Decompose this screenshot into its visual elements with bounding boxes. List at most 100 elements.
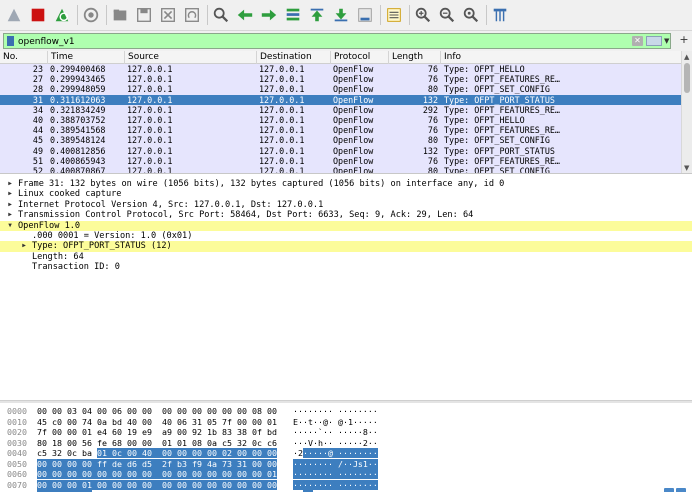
hex-byte[interactable]: 00 bbox=[267, 479, 277, 490]
hex-byte[interactable]: 0c bbox=[112, 448, 122, 458]
hex-byte[interactable]: bd bbox=[112, 417, 122, 427]
hex-byte[interactable]: 00 bbox=[142, 406, 152, 416]
hex-byte[interactable]: 19 bbox=[127, 427, 137, 437]
hex-byte[interactable]: 00 bbox=[142, 479, 152, 490]
hex-byte[interactable]: 00 bbox=[192, 406, 202, 416]
detail-tree-item[interactable]: Transaction ID: 0 bbox=[0, 262, 692, 272]
hex-byte[interactable]: 00 bbox=[67, 417, 77, 427]
hex-byte[interactable]: 56 bbox=[82, 438, 92, 448]
hex-byte[interactable]: 00 bbox=[207, 469, 217, 479]
hex-byte[interactable]: b3 bbox=[177, 458, 187, 469]
hex-byte[interactable]: 00 bbox=[252, 448, 262, 458]
hex-byte[interactable]: 00 bbox=[222, 406, 232, 416]
find-packet-icon[interactable] bbox=[211, 5, 231, 25]
detail-tree-item[interactable]: ▶ Linux cooked capture bbox=[0, 189, 692, 199]
bytes-hex[interactable]: c5 32 0c ba 01 0c 00 40 00 00 00 00 02 0… bbox=[37, 448, 277, 458]
bytes-ascii[interactable]: ···V·h·· ·····2·· bbox=[293, 438, 378, 448]
hex-byte[interactable]: 00 bbox=[127, 448, 137, 458]
hex-byte[interactable]: 00 bbox=[237, 469, 247, 479]
hex-byte[interactable]: bd bbox=[267, 427, 277, 437]
hex-byte[interactable]: 00 bbox=[177, 469, 187, 479]
expand-arrow-icon[interactable]: ▶ bbox=[6, 179, 14, 189]
hex-byte[interactable]: 00 bbox=[162, 469, 172, 479]
open-file-icon[interactable] bbox=[110, 5, 130, 25]
bytes-ascii[interactable]: ········ ········ bbox=[293, 406, 378, 416]
hex-byte[interactable]: 00 bbox=[82, 469, 92, 479]
filter-bookmark-icon[interactable] bbox=[7, 36, 14, 46]
add-filter-button-icon[interactable]: + bbox=[678, 33, 690, 47]
hex-byte[interactable]: 01 bbox=[267, 469, 277, 479]
stop-capture-icon[interactable] bbox=[28, 5, 48, 25]
hex-byte[interactable]: 00 bbox=[207, 479, 217, 490]
scrollbar-thumb[interactable] bbox=[684, 63, 690, 93]
expand-arrow-icon[interactable]: ▶ bbox=[6, 210, 14, 220]
hex-byte[interactable]: 0a bbox=[97, 417, 107, 427]
hex-byte[interactable]: d5 bbox=[142, 458, 152, 469]
zoom-in-icon[interactable] bbox=[413, 5, 433, 25]
hex-byte[interactable]: 00 bbox=[162, 406, 172, 416]
hex-byte[interactable]: 00 bbox=[52, 427, 62, 437]
hex-byte[interactable]: 00 bbox=[162, 479, 172, 490]
hex-byte[interactable]: 45 bbox=[37, 417, 47, 427]
hex-byte[interactable]: 92 bbox=[192, 427, 202, 437]
hex-byte[interactable]: 06 bbox=[177, 417, 187, 427]
expand-arrow-icon[interactable]: ▶ bbox=[6, 189, 14, 199]
column-header-protocol[interactable]: Protocol bbox=[331, 51, 389, 64]
hex-byte[interactable]: 00 bbox=[237, 406, 247, 416]
detail-tree-item[interactable]: ▶ Type: OFPT_PORT_STATUS (12) bbox=[0, 241, 692, 252]
hex-byte[interactable]: 00 bbox=[207, 448, 217, 458]
hex-byte[interactable]: 01 bbox=[97, 448, 107, 458]
bytes-hex[interactable]: 80 18 00 56 fe 68 00 00 01 01 08 0a c5 3… bbox=[37, 438, 277, 448]
reload-file-icon[interactable] bbox=[182, 5, 202, 25]
hex-byte[interactable]: 00 bbox=[52, 406, 62, 416]
packet-row[interactable]: 52 0.400870867 127.0.0.1 127.0.0.1 OpenFlow 8… bbox=[0, 165, 681, 173]
hex-byte[interactable]: 00 bbox=[252, 469, 262, 479]
hex-byte[interactable]: 00 bbox=[112, 479, 122, 490]
packet-row[interactable]: 34 0.321834249 127.0.0.1 127.0.0.1 OpenFlow 2… bbox=[0, 104, 681, 115]
hex-byte[interactable]: 00 bbox=[177, 427, 187, 437]
hex-byte[interactable]: 74 bbox=[82, 417, 92, 427]
column-header-info[interactable]: Info bbox=[441, 51, 681, 64]
clear-filter-icon[interactable]: ✕ bbox=[632, 36, 643, 46]
hex-byte[interactable]: 00 bbox=[97, 479, 107, 490]
normal-size-icon[interactable] bbox=[461, 5, 481, 25]
hex-byte[interactable]: 00 bbox=[37, 406, 47, 416]
hex-byte[interactable]: 00 bbox=[37, 479, 47, 490]
hex-byte[interactable]: 40 bbox=[162, 417, 172, 427]
detail-tree-item[interactable]: ▶ Frame 31: 132 bytes on wire (1056 bits)… bbox=[0, 179, 692, 189]
collapse-arrow-icon[interactable]: ▼ bbox=[6, 221, 14, 231]
restart-capture-icon[interactable] bbox=[52, 5, 72, 25]
hex-byte[interactable]: 00 bbox=[177, 479, 187, 490]
bytes-ascii[interactable]: ·2·····@ ········ bbox=[293, 448, 378, 458]
hex-byte[interactable]: 00 bbox=[52, 479, 62, 490]
hex-byte[interactable]: ba bbox=[82, 448, 92, 458]
packet-row[interactable]: 31 0.311612063 127.0.0.1 127.0.0.1 OpenFlow 1… bbox=[0, 94, 681, 105]
hex-byte[interactable]: 00 bbox=[252, 417, 262, 427]
bytes-hex[interactable]: 00 00 03 04 00 06 00 00 00 00 00 00 00 0… bbox=[37, 406, 277, 416]
column-header-time[interactable]: Time bbox=[48, 51, 125, 64]
display-filter-input[interactable] bbox=[18, 34, 618, 48]
column-header-destination[interactable]: Destination bbox=[257, 51, 331, 64]
bytes-hex[interactable]: 7f 00 00 01 e4 60 19 e9 a9 00 92 1b 83 3… bbox=[37, 427, 277, 437]
column-header-length[interactable]: Length bbox=[389, 51, 441, 64]
hex-byte[interactable]: 40 bbox=[142, 448, 152, 458]
hex-byte[interactable]: 01 bbox=[267, 417, 277, 427]
packet-row[interactable]: 44 0.389541568 127.0.0.1 127.0.0.1 OpenFlow 7… bbox=[0, 125, 681, 136]
hex-byte[interactable]: 00 bbox=[142, 438, 152, 448]
packet-row[interactable]: 51 0.400865943 127.0.0.1 127.0.0.1 OpenFlow 7… bbox=[0, 155, 681, 166]
resize-columns-icon[interactable] bbox=[490, 5, 510, 25]
hex-byte[interactable]: 0f bbox=[252, 427, 262, 437]
hex-byte[interactable]: 4a bbox=[207, 458, 217, 469]
hex-byte[interactable]: 00 bbox=[37, 458, 47, 469]
hex-byte[interactable]: 04 bbox=[82, 406, 92, 416]
hex-byte[interactable]: 00 bbox=[237, 417, 247, 427]
hex-byte[interactable]: e9 bbox=[142, 427, 152, 437]
bytes-ascii[interactable]: E··t··@· @·1····· bbox=[293, 417, 378, 427]
hex-byte[interactable]: 00 bbox=[97, 469, 107, 479]
hex-byte[interactable]: f9 bbox=[192, 458, 202, 469]
scroll-down-icon[interactable]: ▼ bbox=[684, 164, 689, 172]
hex-byte[interactable]: 83 bbox=[222, 427, 232, 437]
hex-byte[interactable]: 73 bbox=[222, 458, 232, 469]
hex-byte[interactable]: 00 bbox=[222, 479, 232, 490]
hex-byte[interactable]: 08 bbox=[252, 406, 262, 416]
